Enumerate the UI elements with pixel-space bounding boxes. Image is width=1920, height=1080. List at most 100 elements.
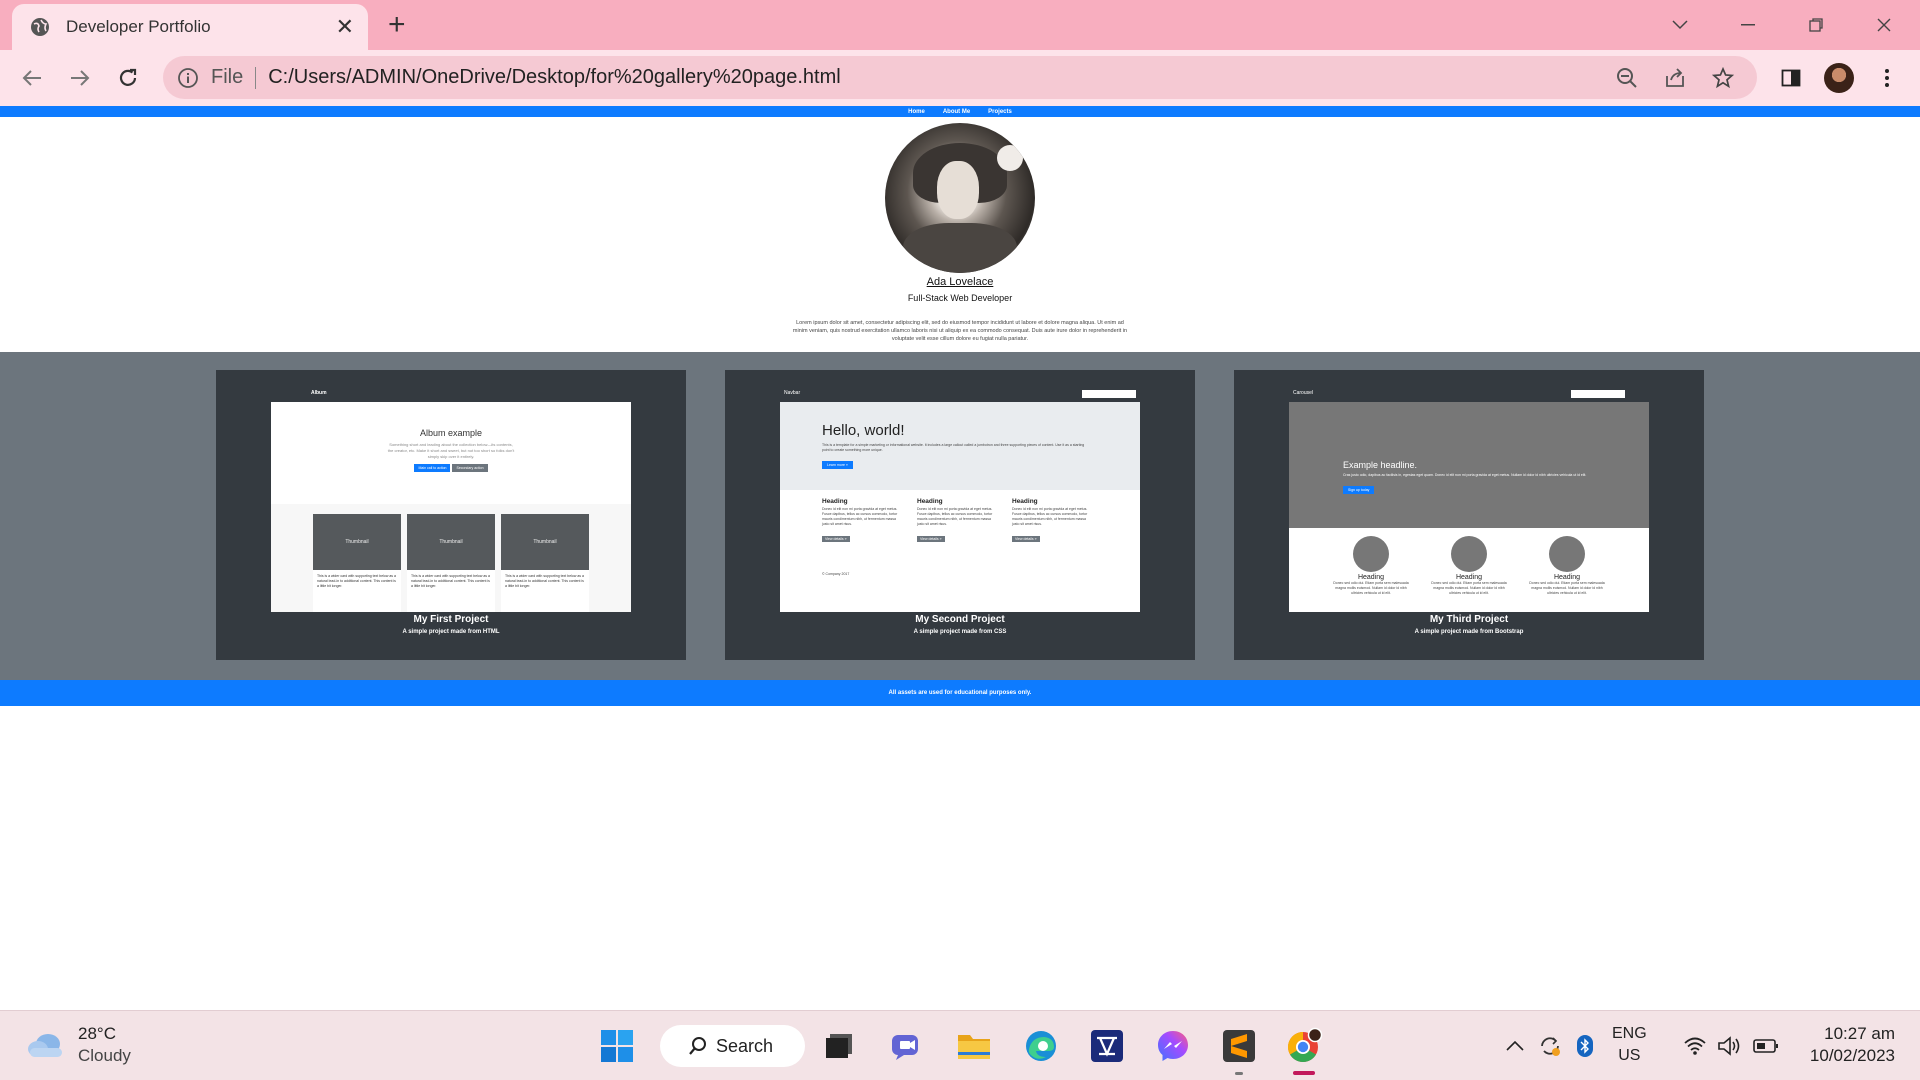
reload-button[interactable]: [112, 62, 144, 94]
nav-home-link[interactable]: Home: [908, 109, 925, 115]
wifi-icon[interactable]: [1680, 1031, 1710, 1061]
preview-column: Heading Donec id elit non mi porta gravi…: [1012, 498, 1088, 542]
site-footer: All assets are used for educational purp…: [0, 680, 1920, 706]
project-1-preview[interactable]: Album example Something short and leadin…: [271, 402, 631, 612]
preview-cta-button: Sign up today: [1343, 486, 1375, 494]
close-window-button[interactable]: [1864, 8, 1904, 42]
project-title: My Third Project: [1429, 614, 1509, 625]
preview-column: Heading Donec sed odio dui. Etiam porta …: [1331, 536, 1411, 596]
preview-primary-button: Main call to action: [414, 464, 451, 472]
sublime-text-icon[interactable]: [1219, 1026, 1259, 1066]
browser-toolbar: File C:/Users/ADMIN/OneDrive/Desktop/for…: [0, 50, 1920, 106]
globe-icon: [31, 18, 49, 36]
file-explorer-icon[interactable]: [954, 1026, 994, 1066]
search-icon: [689, 1037, 706, 1055]
preview-card: Thumbnail This is a wider card with supp…: [407, 514, 495, 612]
site-navbar: Home About Me Projects: [0, 106, 1920, 117]
cloud-icon: [28, 1034, 62, 1057]
profile-bio: Lorem ipsum dolor sit amet, consectetur …: [792, 320, 1128, 342]
chrome-browser-icon[interactable]: [1284, 1026, 1324, 1066]
start-button[interactable]: [597, 1026, 637, 1066]
project-subtitle: A simple project made from HTML: [402, 629, 500, 635]
sync-icon[interactable]: [1535, 1031, 1565, 1061]
preview-text: Cras justo odio, dapibus ac facilisis in…: [1343, 473, 1587, 477]
profile-avatar[interactable]: [1823, 62, 1855, 94]
side-panel-icon[interactable]: [1775, 62, 1807, 94]
browser-tab[interactable]: Developer Portfolio ✕: [12, 4, 368, 50]
project-2-preview[interactable]: Hello, world! This is a template for a s…: [780, 402, 1140, 612]
profile-role: Full-Stack Web Developer: [907, 293, 1013, 303]
page-viewport: Home About Me Projects Ada Lovelace Full…: [0, 106, 1920, 1010]
preview-column: Heading Donec id elit non mi porta gravi…: [917, 498, 993, 542]
tab-search-chevron-icon[interactable]: [1660, 8, 1700, 42]
project-card-2[interactable]: Navbar Hello, world! This is a template …: [725, 370, 1195, 660]
project-card-1[interactable]: Album Album example Something short and …: [216, 370, 686, 660]
preview-navbar: Navbar: [780, 390, 1140, 400]
weather-condition: Cloudy: [78, 1046, 131, 1065]
taskbar-search-label: Search: [716, 1035, 774, 1056]
language-indicator[interactable]: ENG US: [1612, 1023, 1647, 1067]
preview-card: Thumbnail This is a wider card with supp…: [501, 514, 589, 612]
teams-chat-icon[interactable]: [887, 1026, 927, 1066]
tab-title: Developer Portfolio: [66, 17, 211, 36]
minimize-button[interactable]: [1728, 8, 1768, 42]
weather-widget[interactable]: 28°C Cloudy: [26, 1023, 131, 1067]
windows-taskbar: 28°C Cloudy Search ENG US 10:27 am 10/02…: [0, 1010, 1920, 1080]
tab-close-icon[interactable]: ✕: [336, 16, 354, 38]
bookmark-star-icon[interactable]: [1709, 64, 1737, 92]
preview-heading: Hello, world!: [822, 422, 905, 439]
preview-cta-button: Learn more »: [822, 461, 853, 469]
preview-navbar: Album: [311, 390, 327, 396]
footer-text: All assets are used for educational purp…: [888, 690, 1032, 696]
preview-heading: Example headline.: [1343, 460, 1418, 470]
preview-heading: Album example: [419, 428, 483, 438]
zoom-out-icon[interactable]: [1613, 64, 1641, 92]
volume-icon[interactable]: [1715, 1031, 1745, 1061]
messenger-icon[interactable]: [1153, 1026, 1193, 1066]
omnibox-divider: [255, 66, 257, 89]
address-bar[interactable]: File C:/Users/ADMIN/OneDrive/Desktop/for…: [163, 56, 1757, 99]
url-text[interactable]: C:/Users/ADMIN/OneDrive/Desktop/for%20ga…: [268, 66, 1613, 89]
battery-icon[interactable]: [1750, 1031, 1782, 1061]
menu-kebab-icon[interactable]: [1871, 62, 1903, 94]
restore-button[interactable]: [1796, 8, 1836, 42]
projects-gallery: Album Album example Something short and …: [0, 352, 1920, 680]
project-subtitle: A simple project made from CSS: [913, 629, 1007, 635]
sticky-app-icon[interactable]: [1087, 1026, 1127, 1066]
project-title: My First Project: [413, 614, 489, 625]
nav-projects-link[interactable]: Projects: [988, 109, 1012, 115]
system-clock[interactable]: 10:27 am 10/02/2023: [1795, 1023, 1895, 1067]
preview-text: This is a template for a simple marketin…: [822, 443, 1085, 452]
weather-temperature: 28°C: [78, 1024, 116, 1043]
new-tab-button[interactable]: +: [388, 8, 406, 42]
browser-tabstrip: Developer Portfolio ✕ +: [0, 0, 1920, 50]
bluetooth-icon[interactable]: [1572, 1031, 1598, 1061]
profile-name[interactable]: Ada Lovelace: [0, 276, 1920, 288]
share-icon[interactable]: [1661, 64, 1689, 92]
show-hidden-icons-chevron[interactable]: [1502, 1031, 1528, 1061]
task-view-icon[interactable]: [819, 1026, 859, 1066]
preview-card: Thumbnail This is a wider card with supp…: [313, 514, 401, 612]
profile-photo: [885, 123, 1035, 273]
preview-column: Heading Donec sed odio dui. Etiam porta …: [1429, 536, 1509, 596]
back-button[interactable]: [16, 62, 48, 94]
info-icon[interactable]: [177, 67, 199, 89]
project-title: My Second Project: [915, 614, 1005, 625]
nav-about-link[interactable]: About Me: [943, 109, 970, 115]
edge-browser-icon[interactable]: [1021, 1026, 1061, 1066]
preview-text: Something short and leading about the co…: [387, 442, 515, 459]
project-subtitle: A simple project made from Bootstrap: [1414, 629, 1524, 635]
project-3-preview[interactable]: Example headline. Cras justo odio, dapib…: [1289, 402, 1649, 612]
forward-button[interactable]: [64, 62, 96, 94]
preview-secondary-button: Secondary action: [452, 464, 488, 472]
project-card-3[interactable]: Carousel Example headline. Cras justo od…: [1234, 370, 1704, 660]
preview-column: Heading Donec id elit non mi porta gravi…: [822, 498, 898, 542]
preview-column: Heading Donec sed odio dui. Etiam porta …: [1527, 536, 1607, 596]
preview-footer: © Company 2017: [822, 572, 850, 576]
clock-date: 10/02/2023: [1809, 1046, 1895, 1065]
taskbar-search[interactable]: Search: [660, 1025, 805, 1067]
running-indicator: [1235, 1072, 1243, 1075]
preview-navbar: Carousel: [1289, 390, 1649, 400]
active-app-indicator: [1293, 1071, 1315, 1075]
clock-time: 10:27 am: [1824, 1024, 1895, 1043]
